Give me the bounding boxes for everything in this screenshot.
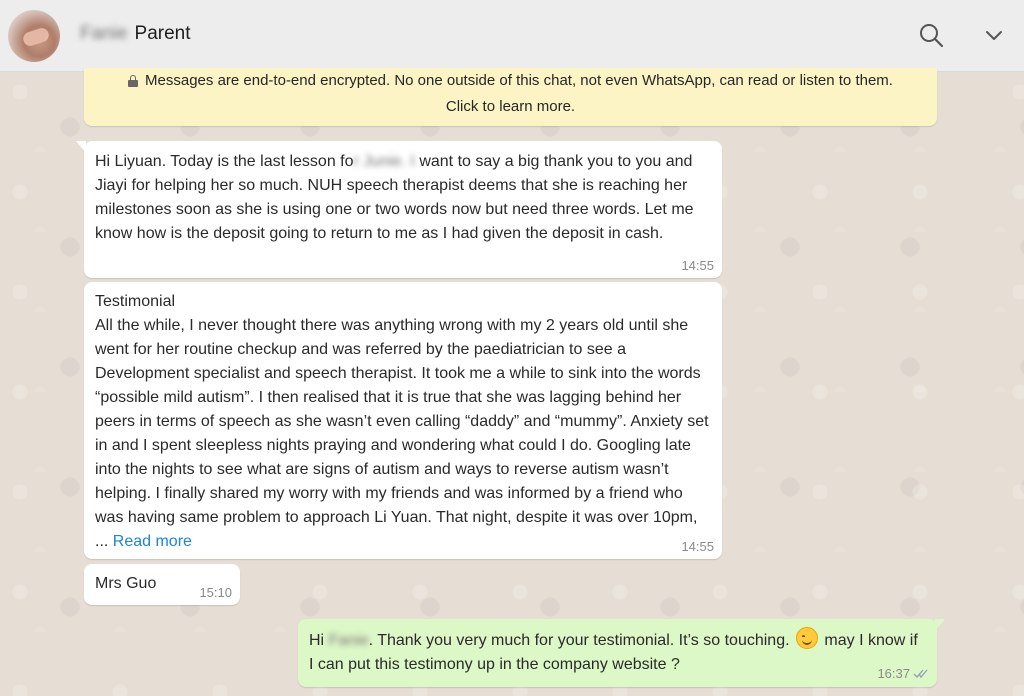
message-time-status: 16:37 <box>877 666 929 683</box>
avatar[interactable] <box>8 10 60 62</box>
search-icon <box>920 24 944 48</box>
message-time: 15:10 <box>199 585 232 600</box>
blurred-name: r Junie. I <box>353 153 415 170</box>
learn-more-link[interactable]: Click to learn more. <box>84 94 937 120</box>
contact-name-label: Parent <box>134 23 191 44</box>
menu-dropdown-button[interactable] <box>981 22 1007 48</box>
contact-name-blurred: Fanie <box>80 23 128 44</box>
message-time: 14:55 <box>681 539 714 554</box>
message-text: Testimonial All the while, I never thoug… <box>95 293 709 550</box>
lock-icon <box>128 75 139 87</box>
message-time: 14:55 <box>681 258 714 273</box>
encryption-notice-line1: Messages are end-to-end encrypted. No on… <box>84 68 937 94</box>
read-more-link[interactable]: Read more <box>113 533 192 550</box>
message-text: Hi Liyuan. Today is the last lesson for … <box>95 150 711 246</box>
chevron-down-icon <box>986 31 1002 40</box>
blurred-name: Fanie <box>328 632 369 649</box>
encryption-notice[interactable]: Messages are end-to-end encrypted. No on… <box>84 68 937 126</box>
incoming-message[interactable]: Mrs Guo 15:10 <box>84 564 240 605</box>
chat-header: Fanie Parent <box>0 0 1024 72</box>
message-text: Hi Fanie. Thank you very much for your t… <box>309 627 926 677</box>
outgoing-message[interactable]: Hi Fanie. Thank you very much for your t… <box>298 619 945 687</box>
incoming-message[interactable]: Hi Liyuan. Today is the last lesson for … <box>76 141 722 278</box>
message-time: 16:37 <box>877 666 910 681</box>
read-double-tick-icon <box>913 667 929 683</box>
search-button[interactable] <box>918 22 944 48</box>
contact-name[interactable]: Fanie Parent <box>80 22 191 46</box>
incoming-message[interactable]: Testimonial All the while, I never thoug… <box>84 282 722 559</box>
encryption-notice-text: Messages are end-to-end encrypted. No on… <box>145 72 893 89</box>
smiling-face-icon <box>795 627 818 649</box>
